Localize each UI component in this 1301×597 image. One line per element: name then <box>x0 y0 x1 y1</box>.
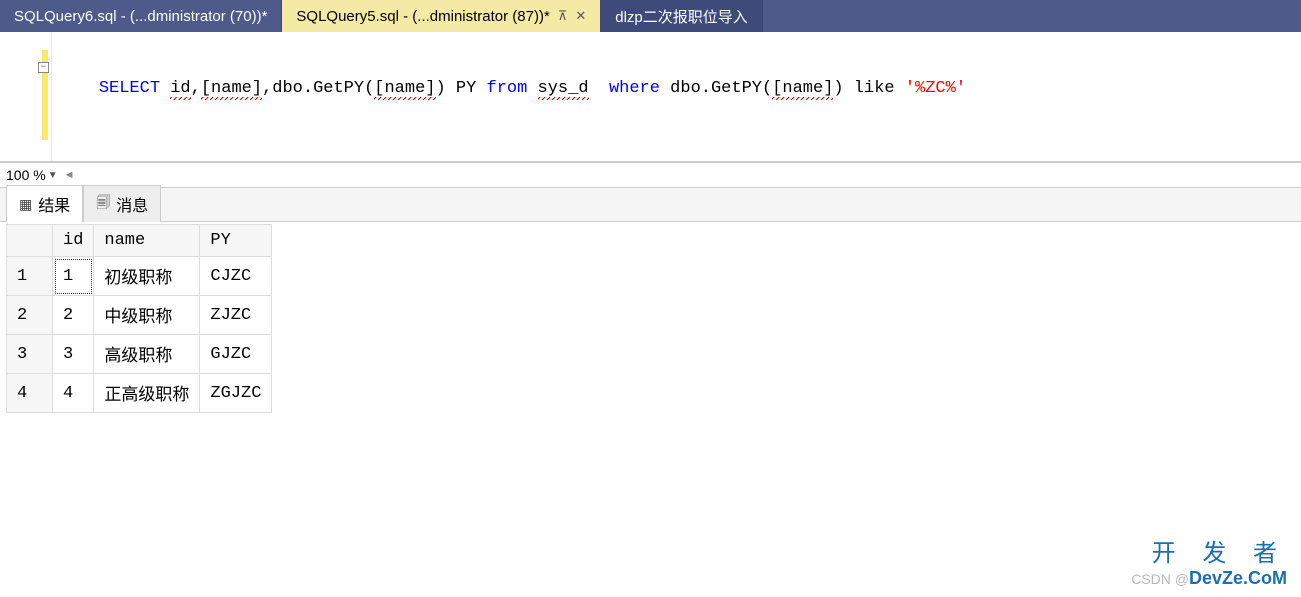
kw-where: where <box>609 79 660 98</box>
cell-name[interactable]: 初级职称 <box>94 257 200 296</box>
row-header[interactable]: 1 <box>7 257 53 296</box>
pin-icon[interactable]: ⊼ <box>558 8 568 24</box>
cell-id[interactable]: 1 <box>53 257 94 296</box>
table-row[interactable]: 3 3 高级职称 GJZC <box>7 335 272 374</box>
fold-toggle-icon[interactable]: − <box>38 62 49 73</box>
sql-literal: '%ZC%' <box>905 79 966 98</box>
cell-name[interactable]: 高级职称 <box>94 335 200 374</box>
grid-icon: ▦ <box>19 196 32 213</box>
row-header[interactable]: 4 <box>7 374 53 413</box>
table-row[interactable]: 2 2 中级职称 ZJZC <box>7 296 272 335</box>
tab-results[interactable]: ▦ 结果 <box>6 185 83 222</box>
corner-cell <box>7 225 53 257</box>
sql-code[interactable]: −SELECT id,[name],dbo.GetPY([name]) PY f… <box>52 32 1301 161</box>
document-icon: 🗐 <box>96 192 110 216</box>
tab-sqlquery5[interactable]: SQLQuery5.sql - (...dministrator (87))* … <box>282 0 601 32</box>
sql-table: sys_d <box>527 79 609 100</box>
results-grid-wrap: id name PY 1 1 初级职称 CJZC 2 2 中级职称 ZJZC 3… <box>0 222 1301 415</box>
header-row: id name PY <box>7 225 272 257</box>
chevron-down-icon: ▼ <box>48 170 58 181</box>
results-pane-tabs: ▦ 结果 🗐 消息 <box>0 188 1301 222</box>
results-grid[interactable]: id name PY 1 1 初级职称 CJZC 2 2 中级职称 ZJZC 3… <box>6 224 272 413</box>
table-row[interactable]: 4 4 正高级职称 ZGJZC <box>7 374 272 413</box>
sql-cond: dbo.GetPY([name]) like <box>660 79 905 100</box>
cell-id[interactable]: 3 <box>53 335 94 374</box>
col-py[interactable]: PY <box>200 225 272 257</box>
col-id[interactable]: id <box>53 225 94 257</box>
cell-id[interactable]: 2 <box>53 296 94 335</box>
kw-from: from <box>487 79 528 98</box>
row-header[interactable]: 2 <box>7 296 53 335</box>
tab-label: SQLQuery6.sql - (...dministrator (70))* <box>14 8 267 25</box>
col-name[interactable]: name <box>94 225 200 257</box>
document-tabbar: SQLQuery6.sql - (...dministrator (70))* … <box>0 0 1301 32</box>
tab-sqlquery6[interactable]: SQLQuery6.sql - (...dministrator (70))* <box>0 0 282 32</box>
kw-select: SELECT <box>99 79 160 98</box>
cell-name[interactable]: 正高级职称 <box>94 374 200 413</box>
zoom-bar: 100 % ▼ ◄ <box>0 162 1301 188</box>
tab-messages-label: 消息 <box>116 192 148 216</box>
watermark: 开 发 者 CSDN @DevZe.CoM <box>1131 533 1287 589</box>
sql-columns: id,[name],dbo.GetPY([name]) PY <box>160 79 486 100</box>
cell-name[interactable]: 中级职称 <box>94 296 200 335</box>
tab-results-label: 结果 <box>38 192 70 216</box>
sql-editor[interactable]: − SELECT id,[name],dbo.GetPY([name]) PY f… <box>0 32 1301 162</box>
scroll-left-icon[interactable]: ◄ <box>64 169 75 181</box>
tab-dlzp[interactable]: dlzp二次报职位导入 <box>601 0 763 32</box>
tab-messages[interactable]: 🗐 消息 <box>83 185 161 222</box>
watermark-en: CSDN @DevZe.CoM <box>1131 568 1287 589</box>
close-icon[interactable]: ✕ <box>575 8 586 24</box>
zoom-value: 100 % <box>6 167 46 183</box>
tab-label: SQLQuery5.sql - (...dministrator (87))* <box>296 8 549 25</box>
cell-py[interactable]: ZJZC <box>200 296 272 335</box>
row-header[interactable]: 3 <box>7 335 53 374</box>
cell-py[interactable]: CJZC <box>200 257 272 296</box>
table-row[interactable]: 1 1 初级职称 CJZC <box>7 257 272 296</box>
cell-py[interactable]: GJZC <box>200 335 272 374</box>
zoom-dropdown[interactable]: 100 % ▼ <box>6 167 58 183</box>
cell-py[interactable]: ZGJZC <box>200 374 272 413</box>
watermark-cn: 开 发 者 <box>1131 533 1287 568</box>
editor-gutter <box>0 32 52 161</box>
tab-label: dlzp二次报职位导入 <box>615 6 748 27</box>
cell-id[interactable]: 4 <box>53 374 94 413</box>
